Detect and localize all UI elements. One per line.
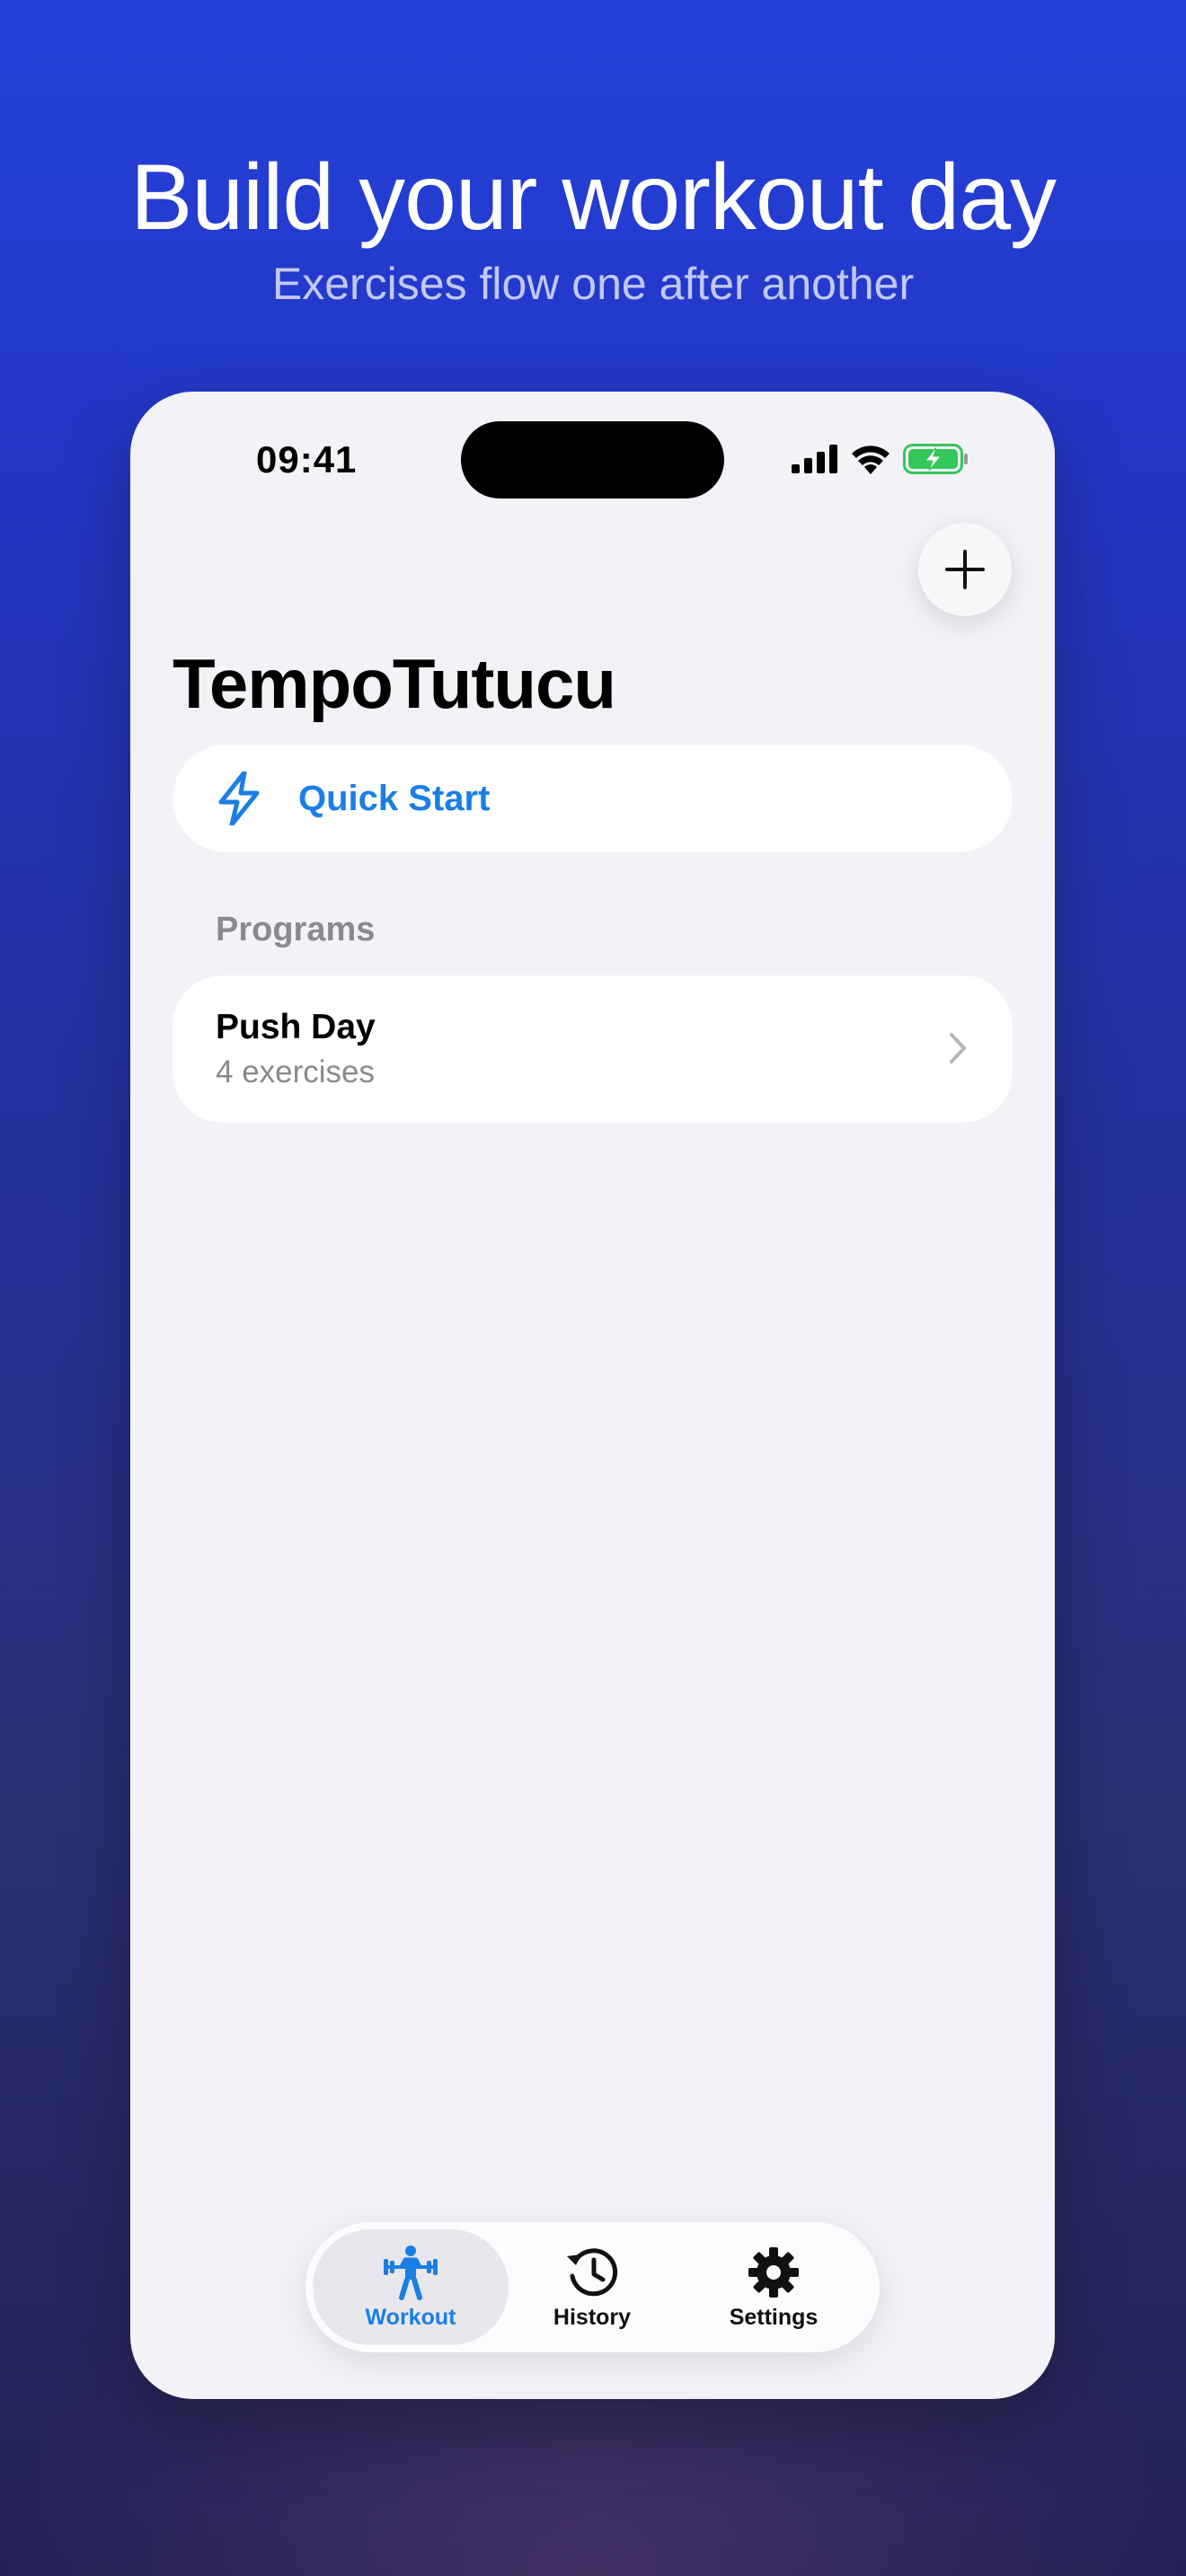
status-time: 09:41 [256,438,358,481]
history-clock-icon [567,2248,618,2297]
status-icons [792,444,969,474]
battery-charging-icon [903,444,968,474]
app-title: TempoTutucu [173,644,616,723]
tab-history-label: History [553,2305,632,2330]
tab-bar: Workout History Settings [305,2222,880,2352]
program-name: Push Day [216,1008,376,1046]
weightlifter-icon [384,2245,438,2300]
tab-workout-label: Workout [365,2305,456,2330]
tab-workout[interactable]: Workout [313,2229,509,2345]
plus-icon [945,550,985,589]
program-exercise-count: 4 exercises [216,1054,376,1090]
programs-section-title: Programs [216,911,376,948]
dynamic-island [461,421,724,498]
bolt-icon [218,772,260,825]
promo-headline: Build your workout day [129,146,1057,250]
tab-settings-label: Settings [729,2305,819,2330]
chevron-right-icon [950,1033,966,1063]
wifi-icon [852,446,890,474]
program-item-push-day[interactable]: Push Day 4 exercises [173,975,1013,1123]
promo-subheadline: Exercises flow one after another [271,259,915,309]
tab-history[interactable]: History [494,2229,690,2345]
gear-icon [748,2247,799,2298]
add-program-button[interactable] [918,523,1012,616]
quick-start-button[interactable]: Quick Start [173,745,1013,852]
tab-settings[interactable]: Settings [676,2229,872,2345]
phone-screen: 09:41 TempoTutucu Quick Start Programs P… [130,392,1055,2399]
quick-start-label: Quick Start [298,778,491,818]
cellular-signal-icon [792,445,837,473]
